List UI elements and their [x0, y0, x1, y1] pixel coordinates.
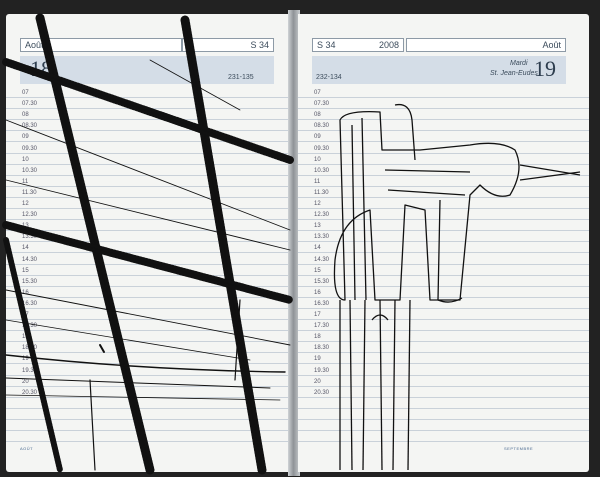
tap-sketch: [333, 103, 581, 471]
lattice-sketch: [2, 13, 294, 475]
ink-sketches: [2, 13, 581, 475]
photo-scene: Août S 34 18 231-135 07 07.30 08 08.30 09 09.…: [0, 0, 600, 477]
